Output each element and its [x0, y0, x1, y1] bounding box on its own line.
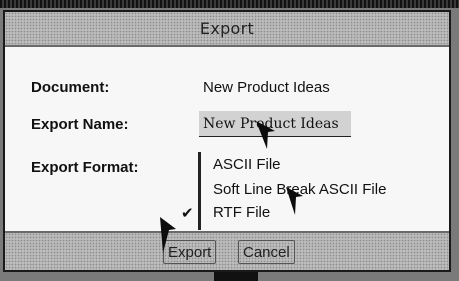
- dialog-button-bar: Export Cancel: [5, 217, 449, 270]
- dialog-titlebar: Export: [5, 12, 449, 47]
- export-format-label: Export Format:: [31, 159, 139, 176]
- checkmark-icon: ✔: [181, 204, 194, 222]
- top-edge-strip: [0, 0, 459, 8]
- dialog-title: Export: [199, 19, 255, 38]
- export-dialog: Export Document: New Product Ideas Expor…: [3, 10, 451, 272]
- export-button[interactable]: Export: [163, 240, 217, 264]
- document-label: Document:: [31, 79, 110, 96]
- format-option-rtf[interactable]: RTF File: [213, 204, 270, 221]
- format-option-ascii[interactable]: ASCII File: [213, 156, 281, 173]
- export-name-label: Export Name:: [31, 116, 129, 133]
- document-value: New Product Ideas: [203, 79, 330, 96]
- dialog-content: Document: New Product Ideas Export Name:…: [5, 47, 449, 237]
- export-name-field[interactable]: [199, 111, 351, 137]
- cancel-button[interactable]: Cancel: [238, 240, 295, 264]
- format-list-divider: [198, 152, 201, 230]
- bottom-edge-tab: [214, 272, 258, 281]
- format-option-soft-line-break-ascii[interactable]: Soft Line Break ASCII File: [213, 181, 386, 198]
